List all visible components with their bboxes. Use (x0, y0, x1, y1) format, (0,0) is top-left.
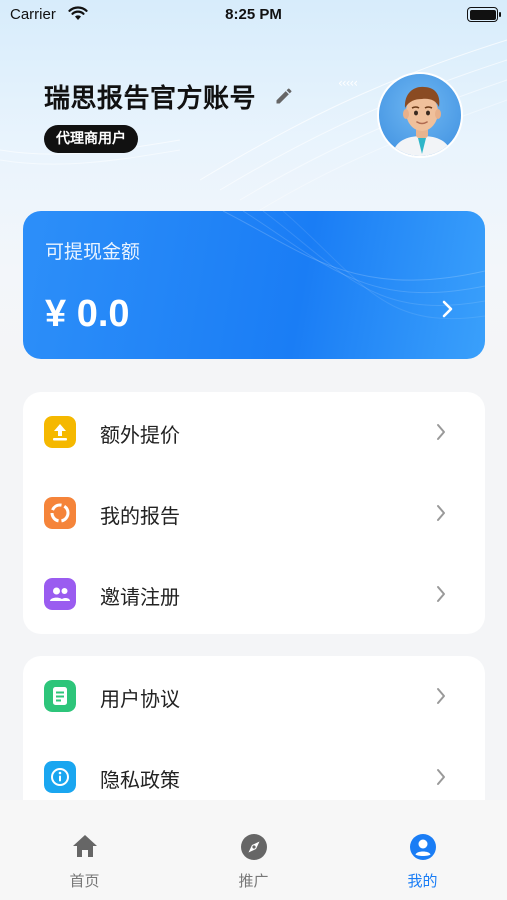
chevron-right-icon (437, 586, 445, 602)
compass-icon (241, 834, 267, 860)
edit-pencil-icon[interactable] (274, 86, 294, 106)
menu-item-user-agreement[interactable]: 用户协议 (23, 656, 485, 737)
upload-icon (44, 416, 76, 448)
info-icon (44, 761, 76, 793)
report-cycle-icon (44, 497, 76, 529)
chevron-right-icon (437, 688, 445, 704)
user-circle-icon (410, 834, 436, 860)
status-time: 8:25 PM (225, 6, 282, 23)
card-wave-decoration (222, 211, 485, 320)
bottom-tab-bar: 首页 推广 我的 (0, 800, 507, 900)
chevron-right-icon (437, 424, 445, 440)
tab-label-mine: 我的 (407, 872, 438, 890)
chevron-right-icon (442, 300, 453, 318)
menu-label-user-agreement: 用户协议 (100, 687, 180, 711)
balance-amount: ¥ 0.0 (45, 293, 130, 335)
profile-screen: Carrier 8:25 PM 瑞思报告官方账号 代理商用户 ‹‹‹‹‹ 可提现… (0, 0, 507, 900)
balance-label: 可提现金额 (45, 241, 141, 263)
tab-promote[interactable]: 推广 (169, 800, 338, 900)
menu-group-services: 额外提价 我的报告 邀请注册 (23, 392, 485, 634)
avatar-person-illustration (391, 86, 453, 156)
document-icon (44, 680, 76, 712)
tab-mine[interactable]: 我的 (338, 800, 507, 900)
menu-label-extra-price: 额外提价 (100, 423, 180, 447)
chevron-right-icon (437, 769, 445, 785)
role-badge: 代理商用户 (44, 125, 138, 153)
tab-label-promote: 推广 (238, 872, 269, 890)
battery-icon (467, 7, 501, 22)
avatar[interactable] (377, 72, 463, 158)
menu-item-extra-price[interactable]: 额外提价 (23, 392, 485, 473)
menu-label-my-reports: 我的报告 (100, 504, 180, 528)
chevron-right-icon (437, 505, 445, 521)
status-bar: Carrier 8:25 PM (0, 0, 507, 32)
profile-name: 瑞思报告官方账号 (44, 84, 257, 114)
tab-label-home: 首页 (69, 872, 100, 890)
home-icon (73, 835, 97, 857)
menu-item-my-reports[interactable]: 我的报告 (23, 473, 485, 554)
tab-home[interactable]: 首页 (0, 800, 169, 900)
menu-label-invite-register: 邀请注册 (100, 585, 180, 609)
chevrons-decoration: ‹‹‹‹‹ (338, 76, 358, 90)
menu-label-privacy-policy: 隐私政策 (100, 768, 180, 792)
withdrawable-balance-card[interactable]: 可提现金额 ¥ 0.0 (23, 211, 485, 359)
menu-item-invite-register[interactable]: 邀请注册 (23, 554, 485, 635)
people-icon (44, 578, 76, 610)
